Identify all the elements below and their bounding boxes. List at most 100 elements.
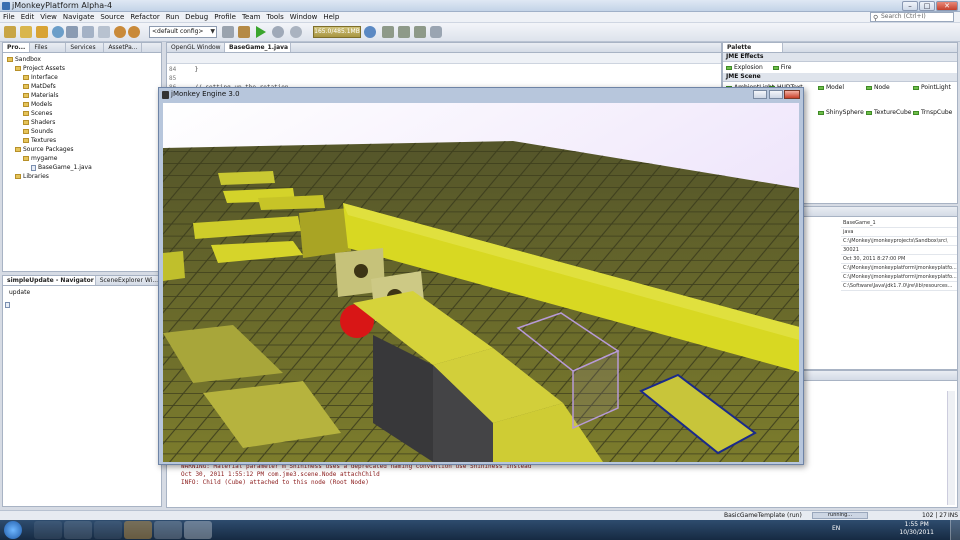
undo-icon[interactable]	[114, 26, 126, 38]
menu-edit[interactable]: Edit	[21, 12, 35, 22]
property-value[interactable]: C:\jMonkey\jmonkeyplatform\jmonkeyplatfo…	[841, 273, 957, 282]
component-icon	[913, 110, 919, 115]
menu-refactor[interactable]: Refactor	[130, 12, 159, 22]
property-value[interactable]: C:\jMonkey\jmonkeyplatform\jmonkeyplatfo…	[841, 264, 957, 273]
tree-node[interactable]: Shaders	[7, 118, 161, 127]
tree-node[interactable]: Project Assets	[7, 64, 161, 73]
tree-node[interactable]: Sandbox	[7, 55, 161, 64]
menu-navigate[interactable]: Navigate	[63, 12, 94, 22]
tab-files[interactable]: Files	[30, 43, 67, 52]
tree-node[interactable]: Interface	[7, 73, 161, 82]
maximize-button[interactable]: □	[919, 1, 935, 11]
jme-scene-viewport[interactable]	[163, 103, 799, 462]
tree-node[interactable]: MatDefs	[7, 82, 161, 91]
tab-projects[interactable]: Pro...	[3, 43, 31, 52]
jme-maximize-button[interactable]	[769, 90, 783, 99]
output-scrollbar[interactable]	[947, 391, 955, 505]
tree-node[interactable]: mygame	[7, 154, 161, 163]
jme-icon[interactable]	[364, 26, 376, 38]
property-value[interactable]: 30021	[841, 246, 957, 255]
tree-node[interactable]: Scenes	[7, 109, 161, 118]
menu-team[interactable]: Team	[242, 12, 261, 22]
property-value[interactable]: C:\Software\Java\jdk1.7.0\jre\lib\resour…	[841, 282, 957, 291]
taskbar-explorer-icon[interactable]	[64, 521, 92, 539]
tab-asset-packs[interactable]: AssetPa...	[104, 43, 143, 52]
close-button[interactable]: ✕	[936, 1, 958, 11]
save-icon[interactable]	[66, 26, 78, 38]
code-line[interactable]: 84 }	[169, 65, 719, 74]
menu-help[interactable]: Help	[323, 12, 339, 22]
debug-icon[interactable]	[272, 26, 284, 38]
clock[interactable]: 1:55 PM 10/30/2011	[899, 521, 934, 537]
tab-basegame-java[interactable]: BaseGame_1.java	[225, 43, 291, 52]
menu-file[interactable]: File	[3, 12, 15, 22]
tab-navigator[interactable]: simpleUpdate - Navigator	[3, 276, 96, 285]
palette-item-fire[interactable]: Fire	[772, 63, 791, 72]
tab-opengl-window[interactable]: OpenGL Window	[167, 43, 225, 52]
tree-node-label: mygame	[31, 155, 58, 162]
code-line[interactable]: 85	[169, 74, 719, 83]
memory-indicator[interactable]: 165.0/485.1MB	[313, 26, 361, 38]
menu-tools[interactable]: Tools	[266, 12, 283, 22]
taskbar-app-icon[interactable]	[124, 521, 152, 539]
redo-icon[interactable]	[128, 26, 140, 38]
palette-item-shinysphere[interactable]: ShinySphere	[818, 108, 864, 117]
taskbar-jmonkey-icon[interactable]	[184, 521, 212, 539]
palette-item-model[interactable]: Model	[818, 83, 844, 92]
property-value[interactable]: Oct 30, 2011 8:27:00 PM	[841, 255, 957, 264]
show-desktop-button[interactable]	[950, 520, 960, 540]
tree-node[interactable]: Libraries	[7, 172, 161, 181]
cut-icon[interactable]	[98, 26, 110, 38]
tool-icon-1[interactable]	[382, 26, 394, 38]
menu-run[interactable]: Run	[166, 12, 179, 22]
menu-debug[interactable]: Debug	[185, 12, 208, 22]
palette-item-node[interactable]: Node	[866, 83, 890, 92]
jme-minimize-button[interactable]	[753, 90, 767, 99]
property-name[interactable]: BaseGame_1	[841, 219, 957, 228]
search-input[interactable]: ⚲ Search (Ctrl+I)	[870, 12, 954, 22]
tree-node[interactable]: Models	[7, 100, 161, 109]
palette-item-texturecube[interactable]: TextureCube	[866, 108, 911, 117]
tool-icon-4[interactable]	[430, 26, 442, 38]
clean-icon[interactable]	[222, 26, 234, 38]
menu-window[interactable]: Window	[290, 12, 318, 22]
tree-node[interactable]: Textures	[7, 136, 161, 145]
palette-item-pointlight[interactable]: PointLight	[913, 83, 951, 92]
tab-scene-explorer[interactable]: SceneExplorer Wi...	[96, 276, 161, 285]
tree-node[interactable]: BaseGame_1.java	[7, 163, 161, 172]
minimize-button[interactable]: –	[902, 1, 918, 11]
profile-icon[interactable]	[290, 26, 302, 38]
tab-services[interactable]: Services	[66, 43, 105, 52]
build-icon[interactable]	[238, 26, 250, 38]
run-icon[interactable]	[256, 26, 266, 38]
tree-node[interactable]: Source Packages	[7, 145, 161, 154]
start-button[interactable]	[4, 521, 22, 539]
navigator-item[interactable]: update	[3, 286, 161, 297]
tool-icon-3[interactable]	[414, 26, 426, 38]
tree-node[interactable]: Sounds	[7, 127, 161, 136]
language-indicator[interactable]: EN	[832, 525, 840, 532]
new-project-icon[interactable]	[4, 26, 16, 38]
property-value[interactable]: java	[841, 228, 957, 237]
menu-source[interactable]: Source	[100, 12, 124, 22]
open-project-icon[interactable]	[36, 26, 48, 38]
tree-node[interactable]: Materials	[7, 91, 161, 100]
output-log[interactable]: WARNING: Material parameter m_Shininess …	[181, 463, 531, 487]
taskbar-media-icon[interactable]	[94, 521, 122, 539]
tool-icon-2[interactable]	[398, 26, 410, 38]
palette-item-explosion[interactable]: Explosion	[726, 63, 763, 72]
globe-icon[interactable]	[52, 26, 64, 38]
taskbar-ie-icon[interactable]	[34, 521, 62, 539]
section-jme-scene[interactable]: JME Scene	[723, 73, 957, 82]
menu-profile[interactable]: Profile	[214, 12, 236, 22]
property-value[interactable]: C:\jMonkey\jmonkeyprojects\Sandbox\src\	[841, 237, 957, 246]
status-task[interactable]: BasicGameTemplate (run)	[724, 512, 802, 519]
jme-close-button[interactable]	[784, 90, 800, 99]
menu-view[interactable]: View	[40, 12, 57, 22]
section-jme-effects[interactable]: JME Effects	[723, 53, 957, 62]
taskbar-chrome-icon[interactable]	[154, 521, 182, 539]
save-all-icon[interactable]	[82, 26, 94, 38]
config-select[interactable]: <default config> ▼	[149, 26, 217, 38]
new-file-icon[interactable]	[20, 26, 32, 38]
palette-item-trnspcube[interactable]: TrnspCube	[913, 108, 952, 117]
